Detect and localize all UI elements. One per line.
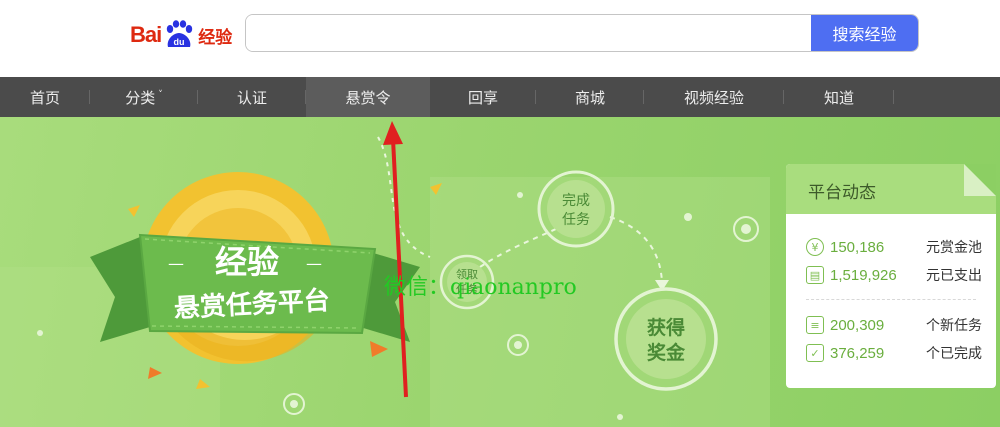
list-icon: ≡ bbox=[806, 316, 824, 334]
nav-item-home[interactable]: 首页 bbox=[0, 77, 90, 117]
logo-text-du: du bbox=[174, 37, 185, 47]
check-icon: ✓ bbox=[806, 344, 824, 362]
confetti bbox=[128, 205, 140, 217]
logo-text-jingyan: 经验 bbox=[198, 27, 233, 48]
step-complete-line2: 任务 bbox=[562, 212, 590, 228]
nav-item-zhidao[interactable]: 知道 bbox=[784, 77, 894, 117]
paw-icon: du bbox=[162, 20, 196, 50]
step-complete-line1: 完成 bbox=[562, 193, 590, 209]
nav-item-label: 知道 bbox=[823, 88, 854, 107]
nav-item-label: 首页 bbox=[29, 88, 60, 107]
decor-dot bbox=[617, 414, 623, 420]
search-box: 搜索经验 bbox=[245, 14, 919, 52]
confetti bbox=[370, 341, 388, 357]
step-complete-circle bbox=[537, 170, 615, 248]
chevron-down-icon: ˅ bbox=[158, 90, 163, 100]
stat-unit: 个已完成 bbox=[926, 346, 982, 362]
decor-dot bbox=[684, 213, 692, 221]
main-nav: 首页 分类 ˅ 认证 悬赏令 回享 商城 视频经验 知道 bbox=[0, 77, 1000, 117]
decor-dot bbox=[517, 192, 523, 198]
logo-text-bai: Bai bbox=[130, 22, 162, 47]
panel-divider bbox=[806, 299, 976, 300]
nav-item-category[interactable]: 分类 ˅ bbox=[90, 77, 198, 117]
wallet-icon: ▤ bbox=[806, 266, 824, 284]
search-input[interactable] bbox=[246, 15, 811, 51]
nav-item-label: 视频经验 bbox=[683, 88, 744, 107]
stat-unit: 元赏金池 bbox=[926, 240, 982, 256]
stat-value: 200,309 bbox=[830, 316, 885, 334]
step-reward-line2: 奖金 bbox=[647, 341, 686, 364]
nav-filler bbox=[894, 77, 1000, 117]
reward-banner: — — 经验 悬赏任务平台 领取 任务 完成 任务 获得 奖金 微信：qiaon… bbox=[0, 117, 1000, 427]
nav-item-share[interactable]: 回享 bbox=[430, 77, 536, 117]
ribbon-dash-right: — bbox=[306, 254, 322, 273]
search-button[interactable]: 搜索经验 bbox=[811, 15, 918, 51]
nav-item-mall[interactable]: 商城 bbox=[536, 77, 644, 117]
nav-item-video[interactable]: 视频经验 bbox=[644, 77, 784, 117]
yen-icon: ¥ bbox=[806, 238, 824, 256]
nav-item-label: 悬赏令 bbox=[345, 88, 391, 107]
nav-item-label: 商城 bbox=[574, 88, 605, 107]
stat-unit: 元已支出 bbox=[926, 268, 982, 284]
nav-item-label: 认证 bbox=[236, 88, 267, 107]
nav-item-certification[interactable]: 认证 bbox=[198, 77, 306, 117]
baidu-jingyan-logo[interactable]: Bai du 经验 bbox=[130, 18, 232, 52]
platform-stats-panel: 平台动态 ¥ 150,186 元赏金池 ▤ 1,519,926 元已支出 ≡ 2… bbox=[786, 164, 996, 388]
stat-unit: 个新任务 bbox=[926, 318, 982, 334]
stat-value: 150,186 bbox=[830, 238, 885, 256]
decor-dot bbox=[37, 330, 43, 336]
dotted-path bbox=[377, 136, 431, 258]
nav-item-reward[interactable]: 悬赏令 bbox=[306, 77, 430, 117]
stat-row: ✓ 376,259 个已完成 bbox=[806, 342, 982, 364]
stat-row: ≡ 200,309 个新任务 bbox=[806, 314, 982, 336]
ribbon-dash-left: — bbox=[168, 254, 184, 273]
nav-item-label: 分类 bbox=[125, 88, 156, 107]
nav-item-label: 回享 bbox=[467, 88, 498, 107]
panel-title: 平台动态 bbox=[808, 183, 876, 203]
watermark-text: 微信：qiaonanpro bbox=[384, 275, 577, 300]
stat-row: ¥ 150,186 元赏金池 bbox=[806, 236, 982, 258]
step-reward-line1: 获得 bbox=[647, 316, 685, 339]
decor-circle bbox=[283, 393, 305, 415]
step-reward-circle bbox=[614, 287, 718, 391]
header: Bai du 经验 搜索经验 bbox=[0, 0, 1000, 77]
page-fold-icon bbox=[964, 164, 996, 196]
panel-header: 平台动态 bbox=[786, 164, 996, 214]
stat-value: 376,259 bbox=[830, 344, 885, 362]
stat-value: 1,519,926 bbox=[830, 266, 897, 284]
stat-row: ▤ 1,519,926 元已支出 bbox=[806, 264, 982, 286]
ribbon-title: 经验 bbox=[215, 243, 279, 281]
